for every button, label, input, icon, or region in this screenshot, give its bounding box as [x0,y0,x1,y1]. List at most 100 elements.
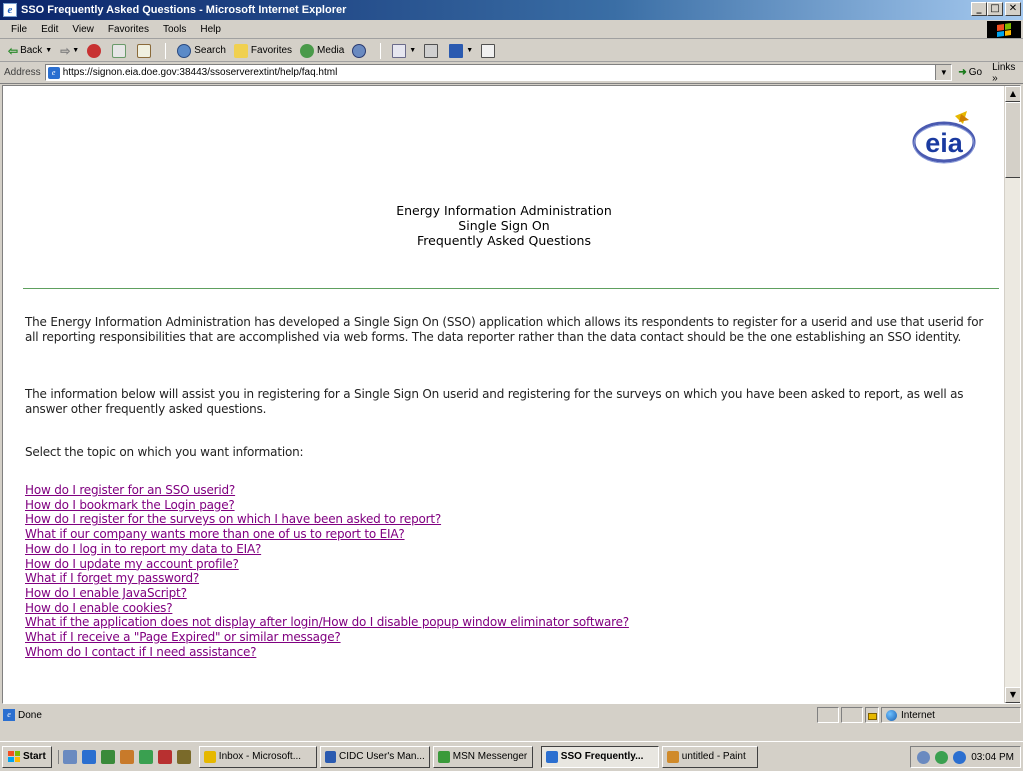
search-button[interactable]: Search [173,41,230,61]
faq-link-bookmark-login[interactable]: How do I bookmark the Login page? [25,498,235,513]
desktop-icon[interactable] [62,749,77,764]
msn-icon [437,750,450,763]
header-line-3: Frequently Asked Questions [417,233,591,248]
faq-link-multiple-reporters[interactable]: What if our company wants more than one … [25,527,405,542]
refresh-icon [112,43,127,58]
go-button[interactable]: ➜ Go [958,67,982,78]
eia-logo-icon: eia [912,111,976,164]
menu-help[interactable]: Help [193,24,228,35]
title-bar[interactable]: e SSO Frequently Asked Questions - Micro… [0,0,1023,20]
intro-paragraph: The Energy Information Administration ha… [25,315,984,344]
task-paint[interactable]: untitled - Paint [661,745,758,768]
task-cidc-manual[interactable]: CIDC User's Man... [319,745,430,768]
menu-tools[interactable]: Tools [156,24,193,35]
task-inbox[interactable]: Inbox - Microsoft... [198,745,317,768]
task-sso-faq[interactable]: SSO Frequently... [540,745,659,768]
task-msn-messenger[interactable]: MSN Messenger [432,745,533,768]
faq-link-forgot-password[interactable]: What if I forget my password? [25,571,199,586]
excel-quicklaunch-icon[interactable] [138,749,153,764]
print-button[interactable] [420,41,445,61]
divider [23,288,999,289]
maximize-button[interactable]: □ [987,2,1003,16]
update-tray-icon[interactable] [953,750,967,764]
favorites-icon [233,43,248,58]
back-button[interactable]: ⇦ Back ▼ [4,41,56,61]
forward-button[interactable]: ⇨ ▼ [56,41,83,61]
faq-link-page-expired[interactable]: What if I receive a "Page Expired" or si… [25,630,341,645]
faq-link-enable-cookies[interactable]: How do I enable cookies? [25,601,173,616]
start-button[interactable]: Start [2,745,52,768]
scroll-thumb[interactable] [1005,102,1020,178]
start-label: Start [23,751,46,762]
address-input[interactable]: e https://signon.eia.doe.gov:38443/ssose… [44,64,953,81]
clock[interactable]: 03:04 PM [971,752,1014,763]
quick-launch [57,749,191,764]
address-url: https://signon.eia.doe.gov:38443/ssoserv… [62,67,338,78]
faq-link-list: How do I register for an SSO userid? How… [25,483,1000,659]
faq-link-log-in[interactable]: How do I log in to report my data to EIA… [25,542,261,557]
faq-link-register-userid[interactable]: How do I register for an SSO userid? [25,483,235,498]
outlook-quicklaunch-icon[interactable] [100,749,115,764]
task-label: Inbox - Microsoft... [218,751,302,762]
media-label: Media [317,45,345,56]
zone-label: Internet [901,709,935,721]
task-label: SSO Frequently... [560,751,644,762]
faq-link-register-surveys[interactable]: How do I register for the surveys on whi… [25,512,441,527]
faq-link-enable-javascript[interactable]: How do I enable JavaScript? [25,586,187,601]
favorites-button[interactable]: Favorites [230,41,296,61]
menu-bar: File Edit View Favorites Tools Help [0,20,1023,39]
page-content: eia Energy Information Administration Si… [3,86,1005,703]
secure-lock-icon[interactable] [865,707,879,723]
close-button[interactable]: ✕ [1005,2,1021,16]
history-icon [352,43,367,58]
print-icon [424,43,439,58]
discuss-button[interactable] [477,41,502,61]
faq-link-popup-blocker[interactable]: What if the application does not display… [25,615,629,630]
window-controls: _ □ ✕ [971,2,1021,16]
links-button[interactable]: Links » [992,62,1023,84]
page-icon: e [47,66,60,79]
refresh-button[interactable] [108,41,133,61]
ie-icon: e [3,3,17,17]
faq-link-update-profile[interactable]: How do I update my account profile? [25,557,239,572]
vertical-scrollbar[interactable]: ▲ ▼ [1004,86,1020,703]
scroll-up-icon[interactable]: ▲ [1005,86,1020,102]
messenger-tray-icon[interactable] [935,750,949,764]
menu-edit[interactable]: Edit [34,24,65,35]
security-zone[interactable]: Internet [881,707,1021,723]
stop-button[interactable] [83,41,108,61]
windows-logo-icon [987,21,1021,38]
scroll-down-icon[interactable]: ▼ [1005,687,1020,703]
explorer-quicklaunch-icon[interactable] [176,749,191,764]
address-bar: Address e https://signon.eia.doe.gov:384… [0,62,1023,84]
app-quicklaunch-icon[interactable] [157,749,172,764]
page-header: Energy Information Administration Single… [3,203,1005,248]
address-dropdown-icon[interactable]: ▼ [935,65,952,80]
menu-file[interactable]: File [4,24,34,35]
stop-icon [87,43,102,58]
mail-icon [392,43,407,58]
windows-flag-icon [8,751,20,762]
info-paragraph: The information below will assist you in… [25,387,964,416]
back-arrow-icon: ⇦ [8,43,19,58]
ie-quicklaunch-icon[interactable] [81,749,96,764]
back-label: Back [20,45,43,56]
select-topic-text: Select the topic on which you want infor… [25,445,304,459]
history-button[interactable] [348,41,373,61]
favorites-label: Favorites [250,45,293,56]
word-doc-icon [324,750,336,763]
faq-link-contact-assistance[interactable]: Whom do I contact if I need assistance? [25,645,257,660]
go-arrow-icon: ➜ [958,67,967,78]
network-icon[interactable] [917,750,931,764]
menu-view[interactable]: View [65,24,101,35]
menu-favorites[interactable]: Favorites [101,24,156,35]
minimize-button[interactable]: _ [971,2,987,16]
media-button[interactable]: Media [296,41,348,61]
home-button[interactable] [133,41,158,61]
mail-button[interactable]: ▼ [388,41,420,61]
go-label: Go [968,67,983,78]
forward-arrow-icon: ⇨ [60,43,71,58]
edit-button[interactable]: ▼ [445,41,477,61]
system-tray: 03:04 PM [910,746,1021,768]
messenger-quicklaunch-icon[interactable] [119,749,134,764]
